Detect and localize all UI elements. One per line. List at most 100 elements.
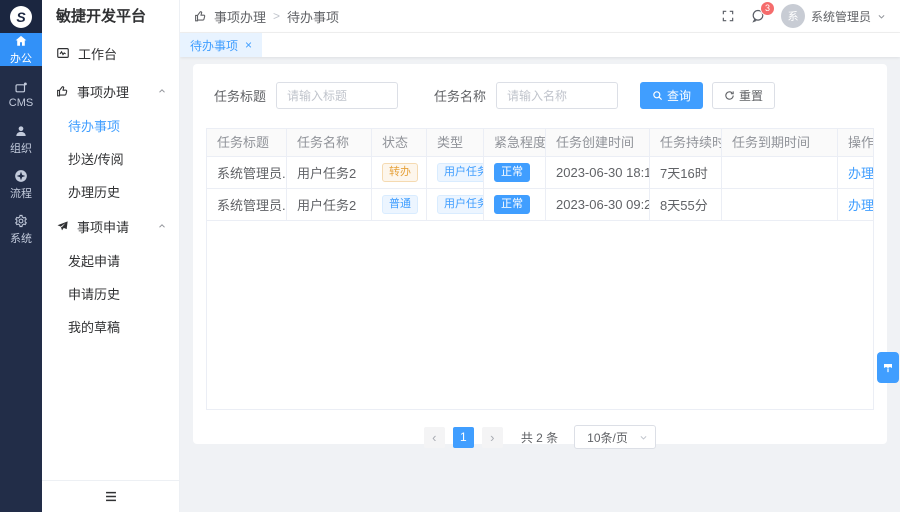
- browser-icon: [14, 81, 28, 95]
- sidebar-item-workbench[interactable]: 工作台: [42, 33, 179, 73]
- icon-rail: S 办公 CMS 组织 流程 系统: [0, 0, 42, 512]
- sidebar-item-my-drafts[interactable]: 我的草稿: [42, 310, 179, 343]
- search-icon: [652, 90, 663, 101]
- rail-item-system[interactable]: 系统: [0, 213, 42, 246]
- top-bar: 事项办理 > 待办事项 3 系 系统管理员: [180, 0, 900, 33]
- column-header: 类型: [427, 129, 484, 156]
- thumb-up-icon: [56, 85, 69, 98]
- sidebar-item-start-apply[interactable]: 发起申请: [42, 244, 179, 277]
- rail-item-label: 组织: [10, 140, 32, 156]
- gear-icon: [14, 214, 28, 228]
- content-card: 任务标题 任务名称 查询 重置: [193, 64, 887, 444]
- column-header: 任务到期时间: [722, 129, 838, 156]
- app-logo[interactable]: S: [0, 0, 42, 33]
- rail-item-office[interactable]: 办公: [0, 33, 42, 66]
- rail-item-org[interactable]: 组织: [0, 123, 42, 156]
- app-title: 敏捷开发平台: [42, 0, 179, 33]
- reset-button[interactable]: 重置: [712, 82, 775, 109]
- notification-badge: 3: [760, 1, 775, 16]
- content-area: 任务标题 任务名称 查询 重置: [180, 57, 900, 512]
- breadcrumb: 事项办理 > 待办事项: [194, 7, 339, 26]
- column-header: 操作: [838, 129, 873, 156]
- table-cell: 用户任务: [427, 157, 484, 188]
- table-cell: 用户任务2: [287, 157, 372, 188]
- table-cell: 系统管理员...: [207, 157, 287, 188]
- rail-item-cms[interactable]: CMS: [0, 78, 42, 111]
- task-title-input[interactable]: [276, 82, 398, 109]
- chevron-up-icon: [157, 221, 167, 231]
- table-cell: 8天55分: [650, 189, 722, 220]
- rail-item-flow[interactable]: 流程: [0, 168, 42, 201]
- rail-item-label: 流程: [10, 185, 32, 201]
- status-tag: 正常: [494, 195, 530, 214]
- sidebar-collapse-button[interactable]: [42, 480, 179, 512]
- hamburger-icon: [104, 491, 118, 502]
- sidebar-item-todo-tasks[interactable]: 待办事项: [42, 109, 179, 142]
- table-cell: 用户任务2: [287, 189, 372, 220]
- rail-item-label: 系统: [10, 230, 32, 246]
- home-icon: [14, 34, 28, 48]
- sidebar-item-label: 待办事项: [68, 116, 120, 135]
- handle-link[interactable]: 办理: [848, 195, 873, 214]
- sidebar-item-label: 工作台: [78, 44, 117, 63]
- sidebar-item-cc-circulate[interactable]: 抄送/传阅: [42, 142, 179, 175]
- theme-panel-button[interactable]: [877, 352, 899, 383]
- sidebar: 敏捷开发平台 工作台 事项办理 待办事项 抄送/传阅 办理历史: [42, 0, 180, 512]
- user-menu[interactable]: 系 系统管理员: [781, 4, 886, 28]
- pagination: ‹ 1 › 共 2 条 10条/页: [206, 425, 874, 449]
- query-button-label: 查询: [667, 87, 691, 104]
- prev-page-button[interactable]: ‹: [424, 427, 445, 448]
- table-cell: 7天16时: [650, 157, 722, 188]
- sidebar-item-label: 抄送/传阅: [68, 149, 124, 168]
- sidebar-item-label: 发起申请: [68, 251, 120, 270]
- sidebar-menu: 工作台 事项办理 待办事项 抄送/传阅 办理历史 事项申请: [42, 33, 179, 343]
- sidebar-item-handle-history[interactable]: 办理历史: [42, 175, 179, 208]
- sidebar-item-label: 办理历史: [68, 182, 120, 201]
- close-icon[interactable]: ×: [245, 39, 252, 51]
- page-size-select[interactable]: 10条/页: [574, 425, 656, 449]
- chevron-up-icon: [157, 86, 167, 96]
- sidebar-item-apply-history[interactable]: 申请历史: [42, 277, 179, 310]
- table-body: 系统管理员...用户任务2转办用户任务正常2023-06-30 18:17:16…: [207, 157, 873, 221]
- breadcrumb-separator: >: [273, 9, 280, 23]
- column-header: 任务创建时间: [546, 129, 650, 156]
- workbench-icon: [56, 46, 70, 60]
- fullscreen-icon[interactable]: [721, 9, 735, 23]
- sidebar-group-label: 事项申请: [77, 217, 129, 236]
- query-button[interactable]: 查询: [640, 82, 703, 109]
- logo-icon: S: [10, 6, 32, 28]
- sidebar-group-task-handling[interactable]: 事项办理: [42, 73, 179, 109]
- user-icon: [14, 124, 28, 138]
- search-form: 任务标题 任务名称 查询 重置: [206, 82, 874, 109]
- column-header: 任务名称: [287, 129, 372, 156]
- topbar-actions: 3 系 系统管理员: [721, 4, 886, 28]
- handle-link[interactable]: 办理: [848, 163, 873, 182]
- table-row: 系统管理员...用户任务2转办用户任务正常2023-06-30 18:17:16…: [207, 157, 873, 189]
- sidebar-group-task-apply[interactable]: 事项申请: [42, 208, 179, 244]
- breadcrumb-parent[interactable]: 事项办理: [214, 7, 266, 26]
- table-cell: 普通: [372, 189, 427, 220]
- tab-todo-tasks[interactable]: 待办事项 ×: [180, 33, 262, 57]
- table-cell: 正常: [484, 157, 546, 188]
- column-header: 任务标题: [207, 129, 287, 156]
- status-tag: 转办: [382, 163, 418, 182]
- status-tag: 正常: [494, 163, 530, 182]
- skin-icon: [882, 361, 894, 375]
- notification-icon[interactable]: 3: [750, 8, 766, 24]
- status-tag: 用户任务: [437, 163, 484, 182]
- chevron-down-icon: [639, 433, 648, 442]
- page-number[interactable]: 1: [453, 427, 474, 448]
- sidebar-item-label: 我的草稿: [68, 317, 120, 336]
- task-name-input[interactable]: [496, 82, 618, 109]
- next-page-button[interactable]: ›: [482, 427, 503, 448]
- column-header: 状态: [372, 129, 427, 156]
- rail-item-label: CMS: [9, 97, 33, 109]
- column-header: 任务持续时间: [650, 129, 722, 156]
- reset-button-label: 重置: [739, 87, 763, 104]
- paper-plane-icon: [56, 220, 69, 233]
- status-tag: 用户任务: [437, 195, 484, 214]
- total-count: 共 2 条: [521, 429, 558, 446]
- table-cell: 2023-06-30 09:22:19: [546, 189, 650, 220]
- table-cell: 办理: [838, 157, 873, 188]
- task-name-label: 任务名称: [434, 86, 486, 105]
